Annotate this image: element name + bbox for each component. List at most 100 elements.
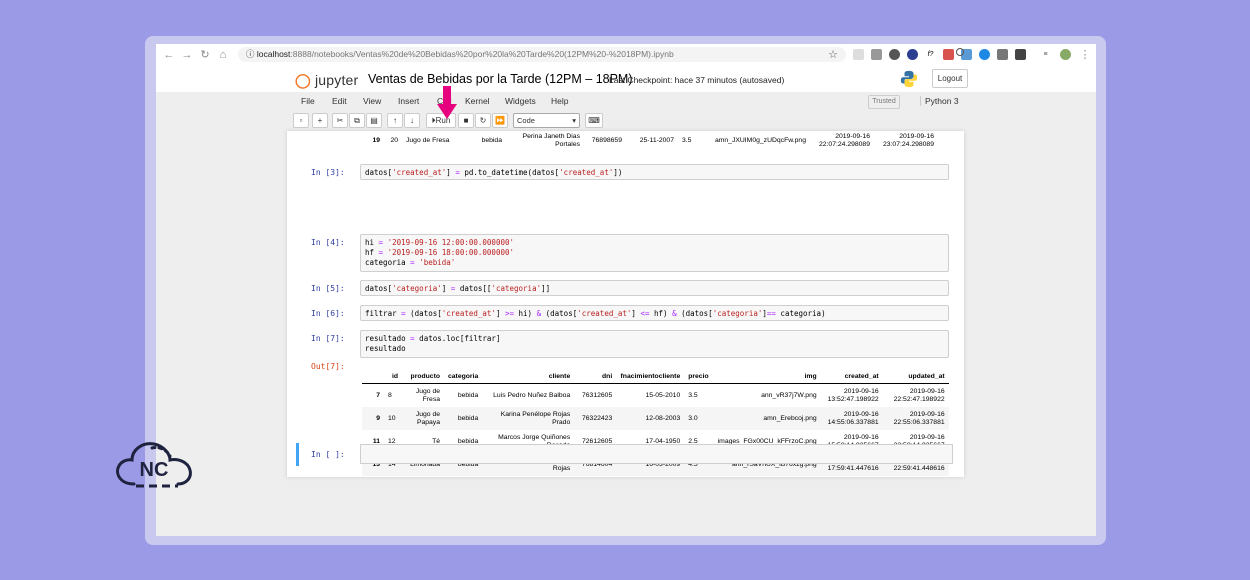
extension-icon-4[interactable] xyxy=(907,49,918,60)
table-cell: 25-11-2007 xyxy=(639,136,674,144)
extension-icon-3[interactable] xyxy=(889,49,900,60)
extension-icon-1[interactable] xyxy=(853,49,864,60)
menu-edit[interactable]: Edit xyxy=(332,96,347,106)
column-header: created_at xyxy=(820,369,883,384)
cell-prompt: In [ ]: xyxy=(311,450,345,459)
url-path: :8888/notebooks/Ventas%20de%20Bebidas%20… xyxy=(290,49,674,59)
menu-widgets[interactable]: Widgets xyxy=(505,96,536,106)
url-host: localhost xyxy=(256,49,291,59)
bookmark-star-icon[interactable]: ☆ xyxy=(826,48,840,62)
jupyter-logo[interactable]: ◯ jupyter xyxy=(295,72,358,89)
table-cell: 3.0 xyxy=(684,407,713,430)
column-header: updated_at xyxy=(882,369,949,384)
paste-icon[interactable]: ▤ xyxy=(366,113,382,128)
menu-view[interactable]: View xyxy=(363,96,381,106)
table-cell: 9 xyxy=(362,407,384,430)
column-header: precio xyxy=(684,369,713,384)
table-cell: 2019-09-16 22:55:06.337881 xyxy=(882,407,949,430)
table-cell: 2019-09-16 23:07:24.298089 xyxy=(882,132,934,148)
formula-extension-icon[interactable]: f? xyxy=(925,49,936,60)
table-row: 9 10 Jugo de Papaya bebida Karina Penélo… xyxy=(362,407,949,430)
code-cell[interactable]: datos['created_at'] = pd.to_datetime(dat… xyxy=(360,164,949,180)
extension-icon-10[interactable] xyxy=(1015,49,1026,60)
table-cell: Luis Pedro Nuñez Balboa xyxy=(493,391,571,399)
table-cell: Jugo de Fresa xyxy=(415,387,440,403)
interrupt-icon[interactable]: ■ xyxy=(458,113,474,128)
table-cell: 2019-09-16 22:52:47.198922 xyxy=(893,387,945,403)
table-cell: 7 xyxy=(376,391,380,399)
notebook-page: 19 20 Jugo de Fresa bebida Perina Janeth… xyxy=(287,131,964,477)
code-cell[interactable]: hi = '2019-09-16 12:00:00.000000' hf = '… xyxy=(360,234,949,272)
move-up-icon[interactable]: ↑ xyxy=(387,113,403,128)
profile-avatar[interactable] xyxy=(1060,49,1071,60)
column-header: id xyxy=(384,369,402,384)
column-header: img xyxy=(712,369,821,384)
table-cell: 12-08-2003 xyxy=(616,407,685,430)
menu-help[interactable]: Help xyxy=(551,96,568,106)
table-cell: 8 xyxy=(388,391,392,399)
table-cell: 15-05-2010 xyxy=(645,391,681,399)
table-cell: 2019-09-16 14:55:06.337881 xyxy=(820,407,883,430)
add-cell-icon[interactable]: + xyxy=(312,113,328,128)
column-header: cliente xyxy=(482,369,575,384)
forward-icon[interactable]: → xyxy=(180,48,194,62)
code-cell[interactable]: datos['categoria'] = datos[['categoria']… xyxy=(360,280,949,296)
code-cell[interactable]: filtrar = (datos['created_at'] >= hi) & … xyxy=(360,305,949,321)
url-field[interactable]: ⓘ localhost:8888/notebooks/Ventas%20de%2… xyxy=(238,47,846,62)
restart-icon[interactable]: ↻ xyxy=(475,113,491,128)
browser-window: ← → ↻ ⌂ ⓘ localhost:8888/notebooks/Venta… xyxy=(156,44,1096,536)
jupyter-logo-icon: ◯ xyxy=(295,72,311,88)
restart-run-all-icon[interactable]: ⏩ xyxy=(492,113,508,128)
code-cell[interactable]: resultado = datos.loc[filtrar] resultado xyxy=(360,330,949,358)
cut-icon[interactable]: ✂ xyxy=(332,113,348,128)
logout-button[interactable]: Logout xyxy=(932,69,968,88)
reload-icon[interactable]: ↻ xyxy=(198,48,212,62)
table-cell: Jugo de Fresa xyxy=(406,136,450,144)
extension-icon-9[interactable] xyxy=(997,49,1008,60)
table-cell: 10 xyxy=(384,407,402,430)
menu-bar: File Edit View Insert Cell Kernel Widget… xyxy=(293,93,969,111)
nc-logo-text: NC xyxy=(140,459,169,481)
menu-file[interactable]: File xyxy=(301,96,315,106)
trusted-badge[interactable]: Trusted xyxy=(868,95,900,109)
keyboard-icon[interactable]: ⌨ xyxy=(585,113,603,128)
table-cell: bebida xyxy=(444,407,483,430)
menu-kernel[interactable]: Kernel xyxy=(465,96,490,106)
cell-type-select[interactable]: Code ▾ xyxy=(513,113,580,128)
reading-list-icon[interactable]: ≡ xyxy=(1040,49,1051,60)
move-down-icon[interactable]: ↓ xyxy=(404,113,420,128)
table-cell: bebida xyxy=(481,136,502,144)
table-cell: 20 xyxy=(390,136,398,144)
home-icon[interactable]: ⌂ xyxy=(216,48,230,62)
copy-icon[interactable]: ⧉ xyxy=(349,113,365,128)
previous-output-row: 19 20 Jugo de Fresa bebida Perina Janeth… xyxy=(362,131,938,152)
menu-kebab-icon[interactable]: ⋮ xyxy=(1078,48,1092,62)
cell-prompt: In [3]: xyxy=(311,168,345,177)
empty-code-cell[interactable] xyxy=(360,444,953,464)
column-header: categoria xyxy=(444,369,483,384)
pointer-arrow-icon xyxy=(437,86,457,119)
menu-insert[interactable]: Insert xyxy=(398,96,419,106)
address-bar: ← → ↻ ⌂ ⓘ localhost:8888/notebooks/Venta… xyxy=(156,44,1096,67)
table-cell: 19 xyxy=(372,136,380,144)
extension-icon-6[interactable] xyxy=(943,49,954,60)
extension-icon-8[interactable] xyxy=(979,49,990,60)
table-cell: ann_vR37j7W.png xyxy=(761,391,817,399)
back-icon[interactable]: ← xyxy=(162,48,176,62)
cell-prompt: In [4]: xyxy=(311,238,345,247)
table-cell: 76322423 xyxy=(574,407,617,430)
table-cell: 76898659 xyxy=(591,136,622,144)
table-cell: Karina Penélope Rojas Prado xyxy=(482,407,575,430)
save-icon[interactable]: ▫ xyxy=(293,113,309,128)
table-cell: amn_JXUIM0g_zUDqcFw.png xyxy=(714,136,806,144)
table-cell: 2019-09-16 13:52:47.198922 xyxy=(827,387,879,403)
notebook-title[interactable]: Ventas de Bebidas por la Tarde (12PM – 1… xyxy=(368,72,633,86)
extension-icon-2[interactable] xyxy=(871,49,882,60)
chevron-down-icon: ▾ xyxy=(572,116,576,125)
kernel-name[interactable]: Python 3 xyxy=(920,96,959,106)
column-header: fnacimientocliente xyxy=(616,369,685,384)
cell-prompt: In [5]: xyxy=(311,284,345,293)
jupyter-header: ◯ jupyter Ventas de Bebidas por la Tarde… xyxy=(156,66,1096,92)
python-logo-icon xyxy=(900,70,918,88)
table-cell: amn_Erebcoj.png xyxy=(712,407,821,430)
